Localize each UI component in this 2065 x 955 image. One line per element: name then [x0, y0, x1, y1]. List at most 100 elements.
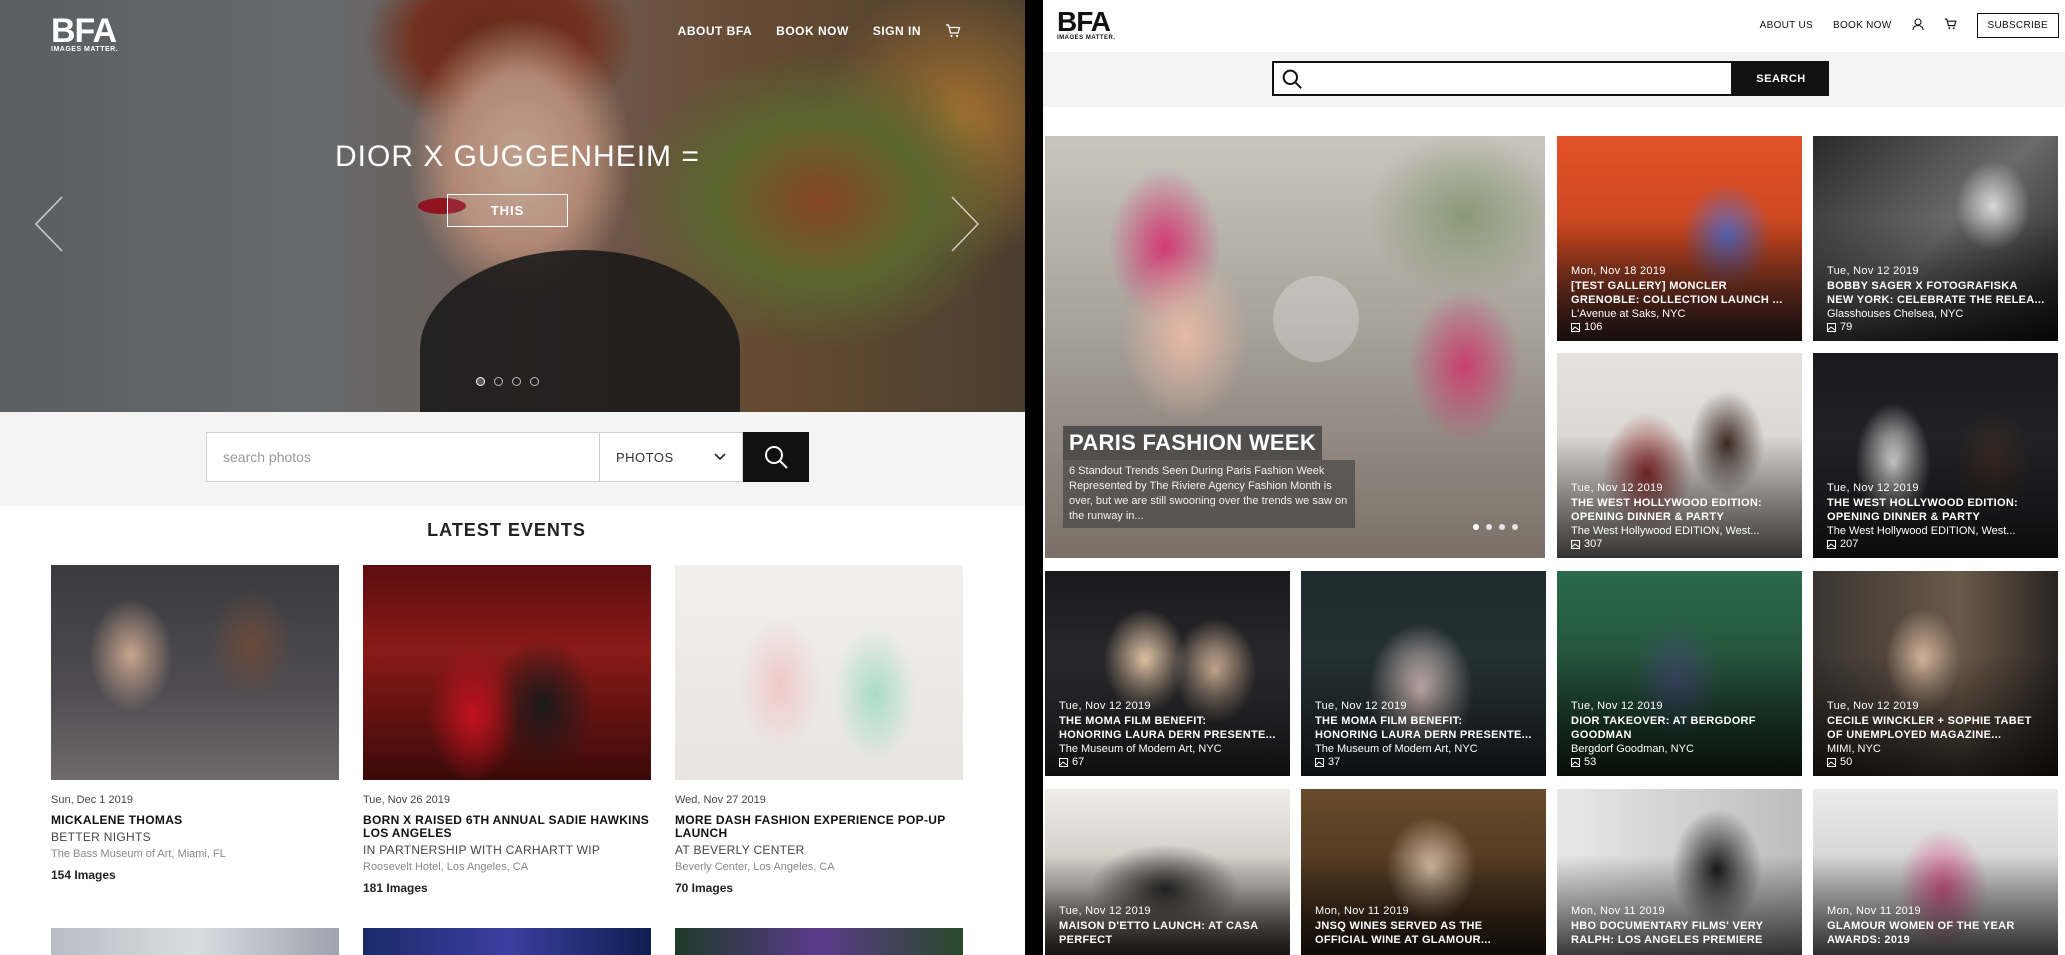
event-image-count: 154 Images	[51, 868, 116, 882]
image-icon	[1571, 757, 1580, 767]
tile-count: 106	[1571, 321, 1792, 333]
image-icon	[1571, 322, 1580, 332]
hero-title: DIOR X GUGGENHEIM =	[335, 140, 700, 173]
event-tile[interactable]: Mon, Nov 18 2019 [TEST GALLERY] MONCLER …	[1557, 136, 1802, 341]
featured-caption: PARIS FASHION WEEK 6 Standout Trends See…	[1063, 426, 1355, 528]
tile-date: Tue, Nov 12 2019	[1571, 482, 1663, 494]
image-icon	[1827, 322, 1836, 332]
cart-icon[interactable]	[945, 24, 961, 38]
event-tile[interactable]: Tue, Nov 12 2019 THE MOMA FILM BENEFIT: …	[1301, 571, 1546, 776]
slide-dot[interactable]	[530, 377, 539, 386]
search-input[interactable]	[1272, 61, 1733, 96]
subscribe-button[interactable]: SUBSCRIBE	[1976, 13, 2059, 38]
tile-meta: Mon, Nov 11 2019 HBO DOCUMENTARY FILMS' …	[1571, 905, 1792, 947]
event-photo[interactable]	[675, 928, 963, 955]
search-icon	[765, 446, 788, 469]
tile-location: The West Hollywood EDITION, West...	[1571, 525, 1760, 537]
event-photo[interactable]	[51, 565, 339, 780]
chevron-down-icon	[714, 453, 726, 461]
prev-arrow-icon[interactable]	[34, 196, 64, 257]
tile-location: Glasshouses Chelsea, NYC	[1827, 308, 1964, 320]
search-button[interactable]: SEARCH	[1733, 61, 1829, 96]
tile-meta: Tue, Nov 12 2019 CECILE WINCKLER + SOPHI…	[1827, 700, 2048, 768]
tile-meta: Tue, Nov 12 2019 THE MOMA FILM BENEFIT: …	[1059, 700, 1280, 768]
event-tile[interactable]: Tue, Nov 12 2019 MAISON D'ETTO LAUNCH: A…	[1045, 789, 1290, 955]
logo-text: BFA	[51, 12, 117, 50]
tile-title[interactable]: THE WEST HOLLYWOOD EDITION: OPENING DINN…	[1571, 496, 1792, 524]
tile-count: 37	[1315, 756, 1536, 768]
tile-count: 50	[1827, 756, 2048, 768]
search-input[interactable]: search photos	[206, 432, 600, 482]
tile-count: 53	[1571, 756, 1792, 768]
slide-dot[interactable]	[1512, 524, 1518, 530]
top-nav: ABOUT US BOOK NOW SUBSCRIBE	[1760, 13, 2059, 38]
tile-title[interactable]: CECILE WINCKLER + SOPHIE TABET OF UNEMPL…	[1827, 714, 2048, 742]
tile-title[interactable]: HBO DOCUMENTARY FILMS' VERY RALPH: LOS A…	[1571, 919, 1792, 947]
nav-book-now[interactable]: BOOK NOW	[1833, 20, 1892, 31]
event-tile[interactable]: Mon, Nov 11 2019 JNSQ WINES SERVED AS TH…	[1301, 789, 1546, 955]
event-card[interactable]: Tue, Nov 26 2019 BORN X RAISED 6TH ANNUA…	[363, 565, 651, 895]
event-tile[interactable]: Tue, Nov 12 2019 CECILE WINCKLER + SOPHI…	[1813, 571, 2058, 776]
tile-title[interactable]: DIOR TAKEOVER: AT BERGDORF GOODMAN	[1571, 714, 1792, 742]
tile-title[interactable]: JNSQ WINES SERVED AS THE OFFICIAL WINE A…	[1315, 919, 1536, 947]
event-photo[interactable]	[51, 928, 339, 955]
search-icon	[1282, 69, 1302, 89]
image-icon	[1571, 539, 1580, 549]
event-photo[interactable]	[363, 928, 651, 955]
featured-title[interactable]: PARIS FASHION WEEK	[1063, 426, 1323, 460]
nav-about-bfa[interactable]: ABOUT BFA	[678, 24, 753, 38]
featured-story[interactable]: PARIS FASHION WEEK 6 Standout Trends See…	[1045, 136, 1545, 558]
hero-carousel[interactable]: BFA IMAGES MATTER. ABOUT BFA BOOK NOW SI…	[0, 0, 1025, 412]
tile-location: The Museum of Modern Art, NYC	[1315, 743, 1478, 755]
nav-book-now[interactable]: BOOK NOW	[776, 24, 849, 38]
event-tile[interactable]: Tue, Nov 12 2019 DIOR TAKEOVER: AT BERGD…	[1557, 571, 1802, 776]
nav-about-us[interactable]: ABOUT US	[1760, 20, 1813, 31]
logo-text: BFA	[1057, 6, 1111, 37]
event-title[interactable]: MORE DASH FASHION EXPERIENCE POP-UP LAUN…	[675, 814, 963, 840]
slide-dot[interactable]	[1486, 524, 1492, 530]
event-photo[interactable]	[675, 565, 963, 780]
image-icon	[1827, 539, 1836, 549]
slide-dot[interactable]	[1499, 524, 1505, 530]
search-button[interactable]	[743, 432, 809, 482]
tile-title[interactable]: BOBBY SAGER X FOTOGRAFISKA NEW YORK: CEL…	[1827, 279, 2048, 307]
cart-icon[interactable]	[1944, 18, 1957, 33]
hero-cta-button[interactable]: THIS	[447, 194, 568, 227]
tile-title[interactable]: THE MOMA FILM BENEFIT: HONORING LAURA DE…	[1059, 714, 1280, 742]
tile-title[interactable]: THE WEST HOLLYWOOD EDITION: OPENING DINN…	[1827, 496, 2048, 524]
event-tile[interactable]: Tue, Nov 12 2019 BOBBY SAGER X FOTOGRAFI…	[1813, 136, 2058, 341]
tile-title[interactable]: MAISON D'ETTO LAUNCH: AT CASA PERFECT	[1059, 919, 1280, 947]
tile-location: MIMI, NYC	[1827, 743, 1881, 755]
event-card[interactable]: Wed, Nov 27 2019 MORE DASH FASHION EXPER…	[675, 565, 963, 895]
left-site-pane: BFA IMAGES MATTER. ABOUT BFA BOOK NOW SI…	[0, 0, 1025, 955]
search-type-select[interactable]: PHOTOS	[600, 432, 743, 482]
slide-dot[interactable]	[512, 377, 521, 386]
tile-title[interactable]: GLAMOUR WOMEN OF THE YEAR AWARDS: 2019	[1827, 919, 2048, 947]
site-logo[interactable]: BFA IMAGES MATTER.	[51, 12, 118, 54]
event-title[interactable]: BORN X RAISED 6TH ANNUAL SADIE HAWKINS L…	[363, 814, 651, 840]
tile-meta: Tue, Nov 12 2019 DIOR TAKEOVER: AT BERGD…	[1571, 700, 1792, 768]
site-logo[interactable]: BFA IMAGES MATTER.	[1057, 6, 1116, 42]
event-card[interactable]: Sun, Dec 1 2019 MICKALENE THOMAS BETTER …	[51, 565, 339, 882]
next-arrow-icon[interactable]	[950, 196, 980, 257]
tile-count-value: 67	[1072, 756, 1085, 768]
tile-date: Tue, Nov 12 2019	[1827, 700, 1919, 712]
slide-dot[interactable]	[1473, 524, 1479, 530]
slide-dot[interactable]	[494, 377, 503, 386]
event-tile[interactable]: Mon, Nov 11 2019 HBO DOCUMENTARY FILMS' …	[1557, 789, 1802, 955]
event-subtitle: BETTER NIGHTS	[51, 830, 151, 844]
tile-title[interactable]: [TEST GALLERY] MONCLER GRENOBLE: COLLECT…	[1571, 279, 1792, 307]
user-icon[interactable]	[1911, 17, 1924, 34]
tile-title[interactable]: THE MOMA FILM BENEFIT: HONORING LAURA DE…	[1315, 714, 1536, 742]
tile-meta: Mon, Nov 11 2019 JNSQ WINES SERVED AS TH…	[1315, 905, 1536, 947]
event-location: Roosevelt Hotel, Los Angeles, CA	[363, 861, 529, 873]
tile-meta: Mon, Nov 18 2019 [TEST GALLERY] MONCLER …	[1571, 265, 1792, 333]
slide-dot[interactable]	[476, 377, 485, 386]
event-tile[interactable]: Tue, Nov 12 2019 THE WEST HOLLYWOOD EDIT…	[1557, 353, 1802, 558]
event-title[interactable]: MICKALENE THOMAS	[51, 814, 339, 827]
nav-sign-in[interactable]: SIGN IN	[873, 24, 921, 38]
event-tile[interactable]: Mon, Nov 11 2019 GLAMOUR WOMEN OF THE YE…	[1813, 789, 2058, 955]
event-tile[interactable]: Tue, Nov 12 2019 THE MOMA FILM BENEFIT: …	[1045, 571, 1290, 776]
event-tile[interactable]: Tue, Nov 12 2019 THE WEST HOLLYWOOD EDIT…	[1813, 353, 2058, 558]
event-photo[interactable]	[363, 565, 651, 780]
